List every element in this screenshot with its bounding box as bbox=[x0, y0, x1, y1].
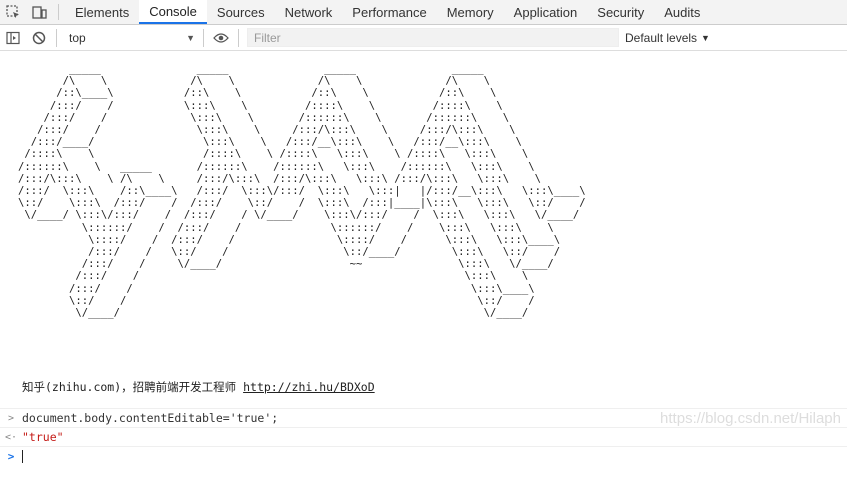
console-prompt-row[interactable]: > bbox=[0, 446, 847, 465]
tab-performance[interactable]: Performance bbox=[342, 0, 436, 24]
result-chevron-icon: <· bbox=[4, 431, 18, 443]
context-value: top bbox=[69, 30, 86, 45]
tab-bar-divider bbox=[58, 4, 59, 20]
tab-console[interactable]: Console bbox=[139, 0, 207, 24]
tab-sources[interactable]: Sources bbox=[207, 0, 275, 24]
toolbar-divider bbox=[56, 28, 57, 47]
tab-elements[interactable]: Elements bbox=[65, 0, 139, 24]
log-levels-dropdown[interactable]: Default levels ▼ bbox=[625, 31, 710, 45]
console-toolbar: top ▼ Filter Default levels ▼ bbox=[0, 25, 847, 51]
toolbar-divider bbox=[203, 28, 204, 47]
device-icon[interactable] bbox=[26, 0, 52, 24]
tab-network[interactable]: Network bbox=[275, 0, 343, 24]
log-levels-label: Default levels bbox=[625, 30, 698, 45]
eye-icon[interactable] bbox=[208, 25, 234, 51]
console-result-row: <· "true" bbox=[0, 427, 847, 446]
tab-security[interactable]: Security bbox=[587, 0, 654, 24]
clear-console-icon[interactable] bbox=[26, 25, 52, 51]
inspect-icon[interactable] bbox=[0, 0, 26, 24]
filter-input[interactable]: Filter bbox=[247, 28, 619, 47]
dropdown-arrow-icon: ▼ bbox=[186, 32, 195, 43]
log-message: 知乎(zhihu.com)，招聘前端开发工程师 http://zhi.hu/BD… bbox=[22, 379, 375, 395]
tab-memory[interactable]: Memory bbox=[437, 0, 504, 24]
text-caret bbox=[22, 449, 23, 463]
devtools-tab-bar: Elements Console Sources Network Perform… bbox=[0, 0, 847, 25]
toolbar-divider bbox=[238, 28, 239, 47]
tab-application[interactable]: Application bbox=[504, 0, 588, 24]
watermark: https://blog.csdn.net/Hilaph bbox=[660, 410, 841, 427]
context-selector[interactable]: top ▼ bbox=[65, 28, 199, 48]
command-text: document.body.contentEditable='true'; bbox=[22, 411, 279, 425]
log-message-text: 知乎(zhihu.com)，招聘前端开发工程师 bbox=[22, 380, 244, 394]
tab-audits[interactable]: Audits bbox=[654, 0, 710, 24]
prompt-chevron-icon: > bbox=[7, 449, 15, 463]
sidebar-toggle-icon[interactable] bbox=[0, 25, 26, 51]
log-message-link[interactable]: http://zhi.hu/BDXoD bbox=[243, 380, 375, 394]
ascii-art-log: _____ _____ _____ _____ /\ \ /\ \ /\ \ /… bbox=[18, 63, 586, 320]
input-chevron-icon: > bbox=[7, 412, 15, 424]
dropdown-arrow-icon: ▼ bbox=[701, 32, 710, 43]
result-value: "true" bbox=[22, 430, 64, 444]
